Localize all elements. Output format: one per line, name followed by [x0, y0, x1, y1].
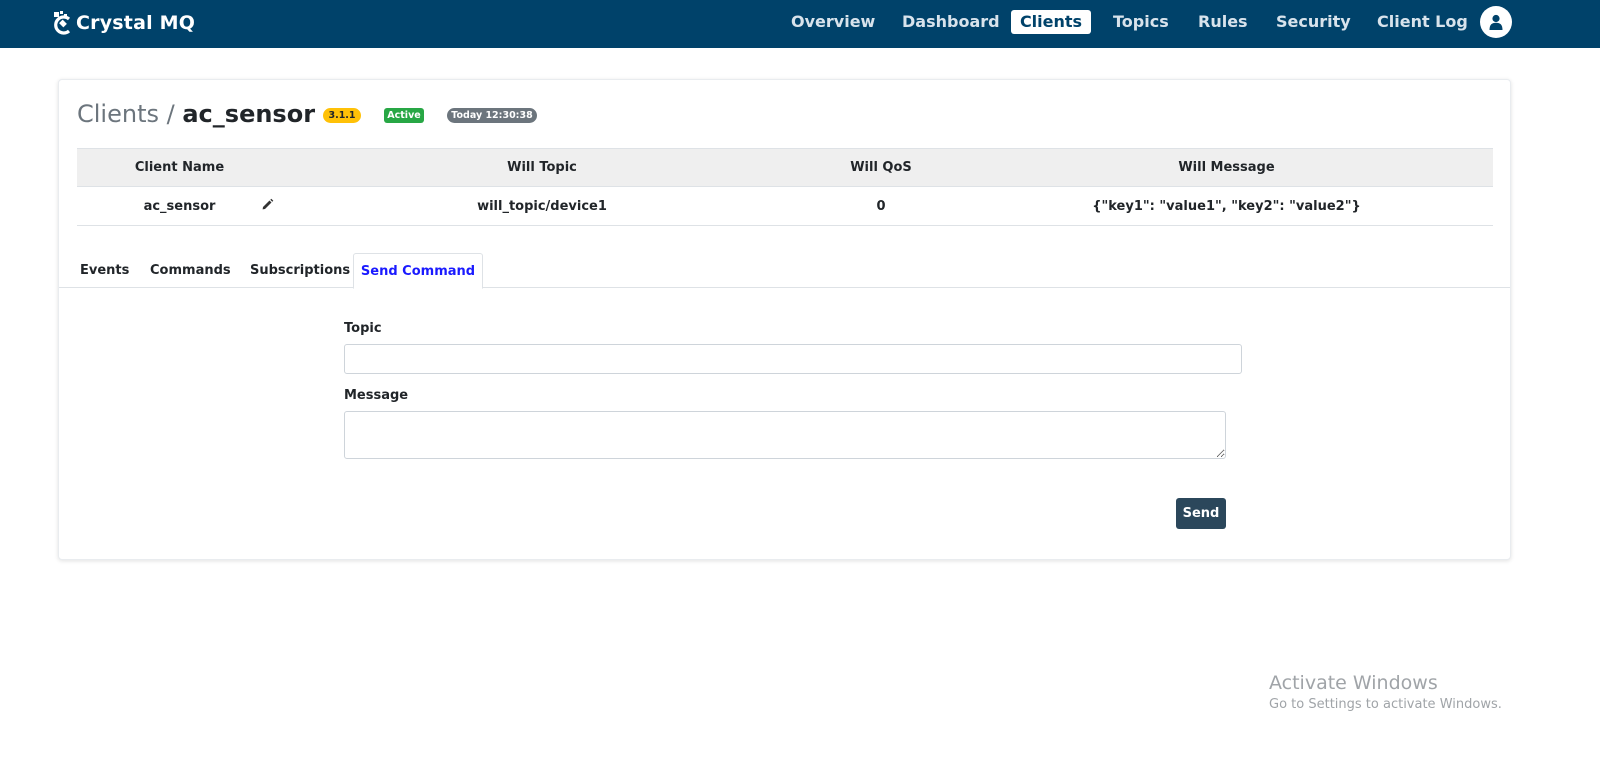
- send-button[interactable]: Send: [1176, 498, 1226, 529]
- will-topic-cell: will_topic/device1: [282, 186, 802, 226]
- will-qos-cell: 0: [802, 186, 960, 226]
- message-label: Message: [344, 388, 409, 403]
- will-message-cell: {"key1": "value1", "key2": "value2"}: [960, 186, 1493, 226]
- topic-input[interactable]: [344, 344, 1242, 374]
- client-detail-card: Clients / ac_sensor 3.1.1 Active Today 1…: [58, 79, 1511, 560]
- pencil-icon[interactable]: [261, 198, 274, 211]
- nav-rules[interactable]: Rules: [1198, 10, 1248, 34]
- message-textarea[interactable]: [344, 411, 1226, 459]
- tab-events[interactable]: Events: [80, 253, 129, 287]
- table-header-row: Client Name Will Topic Will QoS Will Mes…: [77, 148, 1493, 187]
- activation-watermark-subtitle: Go to Settings to activate Windows.: [1269, 697, 1502, 712]
- nav-security[interactable]: Security: [1276, 10, 1351, 34]
- table-row: ac_sensor will_topic/device1 0 {"key1": …: [77, 186, 1493, 226]
- crystal-logo-icon: [54, 11, 71, 35]
- protocol-version-badge: 3.1.1: [323, 108, 361, 123]
- tab-subscriptions[interactable]: Subscriptions: [250, 253, 350, 287]
- breadcrumb-clients-link[interactable]: Clients: [77, 100, 159, 128]
- top-navbar: Crystal MQ Overview Dashboard Clients To…: [0, 0, 1600, 48]
- nav-client-log[interactable]: Client Log: [1377, 10, 1468, 34]
- tab-send-command[interactable]: Send Command: [353, 253, 483, 289]
- nav-overview[interactable]: Overview: [791, 10, 875, 34]
- breadcrumb-separator: /: [166, 100, 175, 128]
- page-title: ac_sensor: [182, 100, 316, 128]
- activation-watermark-title: Activate Windows: [1269, 672, 1438, 694]
- client-tabs: Events Commands Subscriptions Send Comma…: [59, 253, 1510, 289]
- brand-name: Crystal MQ: [76, 12, 196, 34]
- user-avatar-button[interactable]: [1480, 6, 1512, 38]
- user-icon: [1489, 14, 1503, 30]
- client-name-value: ac_sensor: [143, 198, 216, 214]
- nav-clients[interactable]: Clients: [1011, 10, 1091, 34]
- brand-logo[interactable]: Crystal MQ: [52, 6, 195, 40]
- column-header-client-name: Client Name: [77, 148, 282, 187]
- column-header-will-topic: Will Topic: [282, 148, 802, 187]
- column-header-will-message: Will Message: [960, 148, 1493, 187]
- topic-label: Topic: [344, 321, 382, 336]
- breadcrumb: Clients / ac_sensor: [77, 100, 315, 128]
- nav-topics[interactable]: Topics: [1113, 10, 1169, 34]
- last-seen-badge: Today 12:30:38: [447, 108, 537, 123]
- column-header-will-qos: Will QoS: [802, 148, 960, 187]
- tab-commands[interactable]: Commands: [150, 253, 231, 287]
- nav-dashboard[interactable]: Dashboard: [902, 10, 1000, 34]
- client-info-table: Client Name Will Topic Will QoS Will Mes…: [77, 148, 1493, 226]
- status-badge: Active: [384, 108, 424, 123]
- client-name-cell: ac_sensor: [77, 186, 282, 226]
